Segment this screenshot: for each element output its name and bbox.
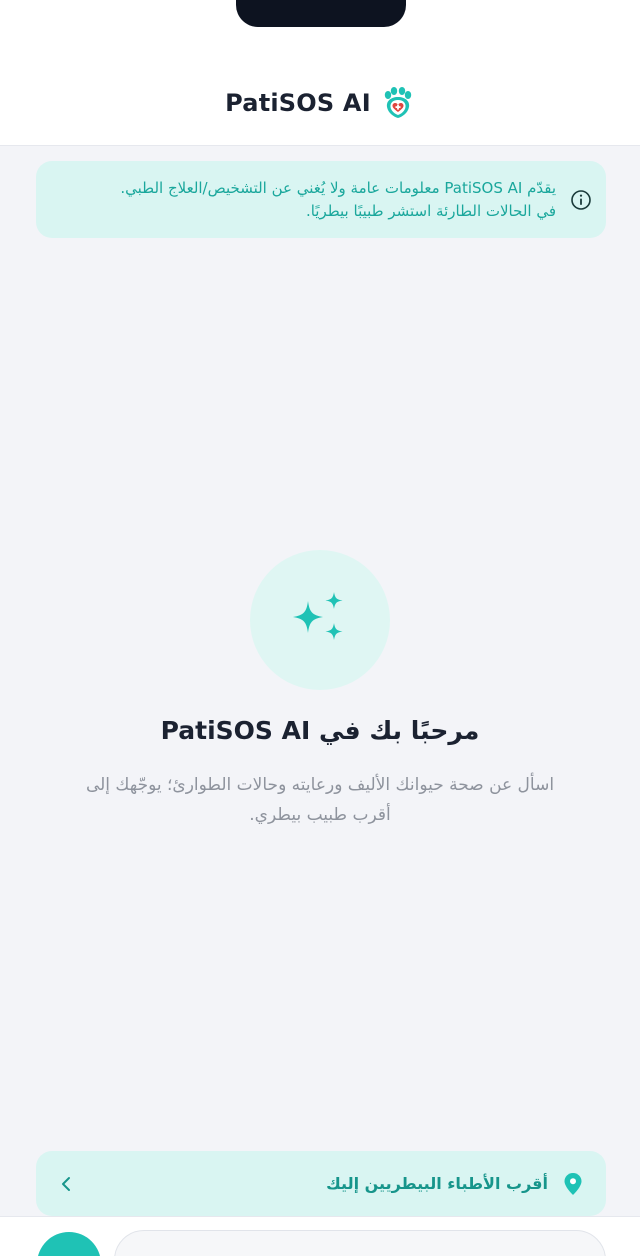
welcome-title: مرحبًا بك في PatiSOS AI [160,716,480,745]
paw-heart-shield-icon [384,87,412,118]
header-title-group: PatiSOS AI [0,86,640,120]
device-notch [236,0,406,27]
disclaimer-line-1: يقدّم PatiSOS AI معلومات عامة ولا يُغني … [120,178,556,197]
nearest-vets-label: أقرب الأطباء البيطريين إليك [326,1174,548,1193]
location-pin-icon [564,1172,582,1195]
nearest-vets-button[interactable]: أقرب الأطباء البيطريين إليك [36,1151,606,1216]
info-icon [571,189,591,210]
disclaimer-text: يقدّم PatiSOS AI معلومات عامة ولا يُغني … [120,177,556,223]
message-input[interactable] [114,1230,606,1256]
medical-disclaimer-banner: يقدّم PatiSOS AI معلومات عامة ولا يُغني … [36,161,606,238]
welcome-subtitle: اسأل عن صحة حيوانك الأليف ورعايته وحالات… [85,775,555,825]
app-header: PatiSOS AI [0,0,640,146]
disclaimer-line-2: في الحالات الطارئة استشر طبيبًا بيطريًا. [305,201,556,220]
welcome-icon-circle [250,550,390,690]
chat-composer-bar [0,1216,640,1256]
sparkles-icon [293,592,343,640]
app-title: PatiSOS AI [225,89,371,117]
chevron-left-icon [62,1176,70,1191]
send-button[interactable] [37,1232,101,1256]
